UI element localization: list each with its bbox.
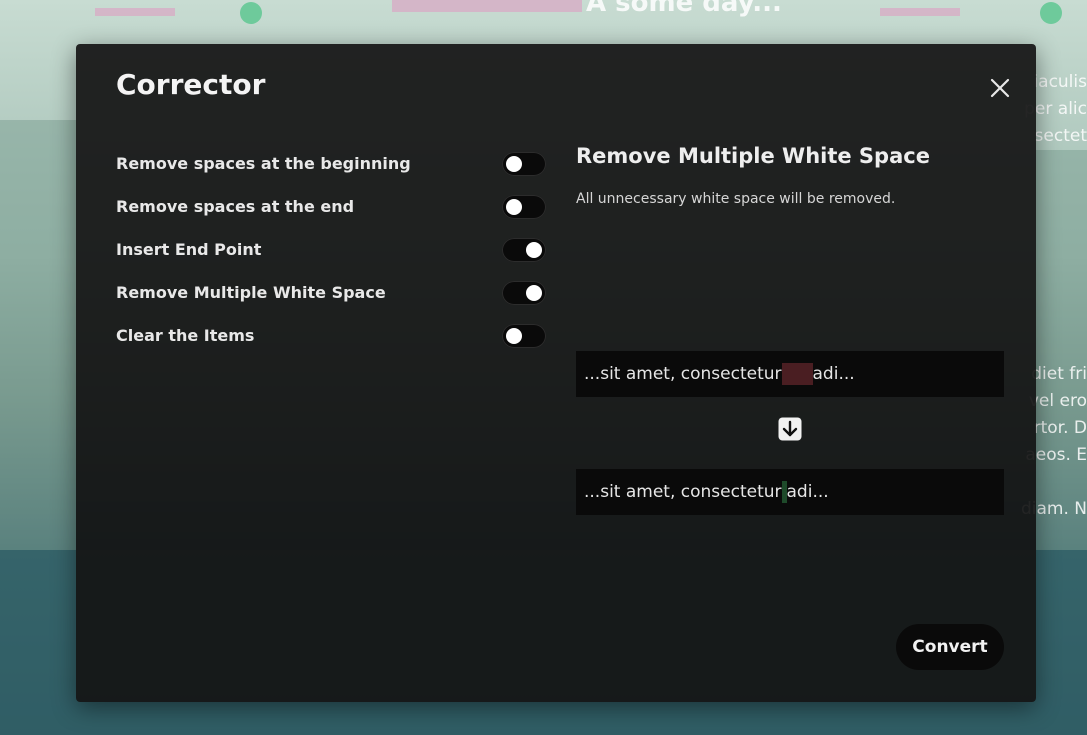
toggle-knob	[506, 327, 522, 344]
toggle-switch[interactable]	[502, 194, 546, 219]
detail-description: All unnecessary white space will be remo…	[576, 191, 896, 207]
background-dot	[1040, 2, 1062, 24]
option-label: Insert End Point	[116, 240, 262, 259]
toggle-knob	[506, 155, 522, 172]
background-text-line: sectet	[1034, 126, 1087, 146]
arrow-down-icon	[778, 417, 802, 441]
option-label: Remove Multiple White Space	[116, 283, 386, 302]
example-before: ...sit amet, consectetur adi...	[576, 351, 1004, 397]
convert-button[interactable]: Convert	[896, 624, 1004, 670]
option-label: Remove spaces at the end	[116, 197, 355, 216]
modal-title: Corrector	[116, 68, 266, 101]
toggle-switch[interactable]	[502, 280, 546, 305]
toggle-switch[interactable]	[502, 323, 546, 348]
toggle-switch[interactable]	[502, 151, 546, 176]
option-label: Remove spaces at the beginning	[116, 154, 411, 173]
background-heading: A some day...	[586, 0, 782, 18]
example-text: adi...	[786, 482, 829, 502]
removed-space-highlight	[781, 363, 813, 385]
background-building	[0, 120, 76, 550]
example-text: ...sit amet, consectetur	[584, 364, 782, 384]
toggle-knob	[526, 284, 542, 301]
option-label: Clear the Items	[116, 326, 255, 345]
option-list: Remove spaces at the beginning Remove sp…	[116, 142, 546, 357]
option-remove-multiple-white-space[interactable]: Remove Multiple White Space	[116, 271, 546, 314]
option-remove-leading-spaces[interactable]: Remove spaces at the beginning	[116, 142, 546, 185]
close-icon	[990, 78, 1010, 98]
toggle-switch[interactable]	[502, 237, 546, 262]
close-button[interactable]	[986, 74, 1014, 102]
toggle-knob	[506, 198, 522, 215]
corrector-modal: Corrector Remove spaces at the beginning…	[76, 44, 1036, 702]
background-strip	[392, 0, 582, 12]
toggle-knob	[526, 241, 542, 258]
background-text-line: iaculis	[1033, 72, 1087, 92]
background-text-line: rtor. D	[1033, 418, 1087, 438]
example-text: adi...	[812, 364, 855, 384]
background-building	[1036, 150, 1087, 550]
detail-title: Remove Multiple White Space	[576, 144, 930, 168]
option-remove-trailing-spaces[interactable]: Remove spaces at the end	[116, 185, 546, 228]
example-text: ...sit amet, consectetur	[584, 482, 782, 502]
background-text-line: vel ero	[1028, 391, 1087, 411]
background-strip	[880, 8, 960, 16]
example-after: ...sit amet, consectetur adi...	[576, 469, 1004, 515]
background-text-line: diet fri	[1031, 364, 1087, 384]
option-clear-the-items[interactable]: Clear the Items	[116, 314, 546, 357]
background-dot	[240, 2, 262, 24]
option-insert-end-point[interactable]: Insert End Point	[116, 228, 546, 271]
background-strip	[95, 8, 175, 16]
